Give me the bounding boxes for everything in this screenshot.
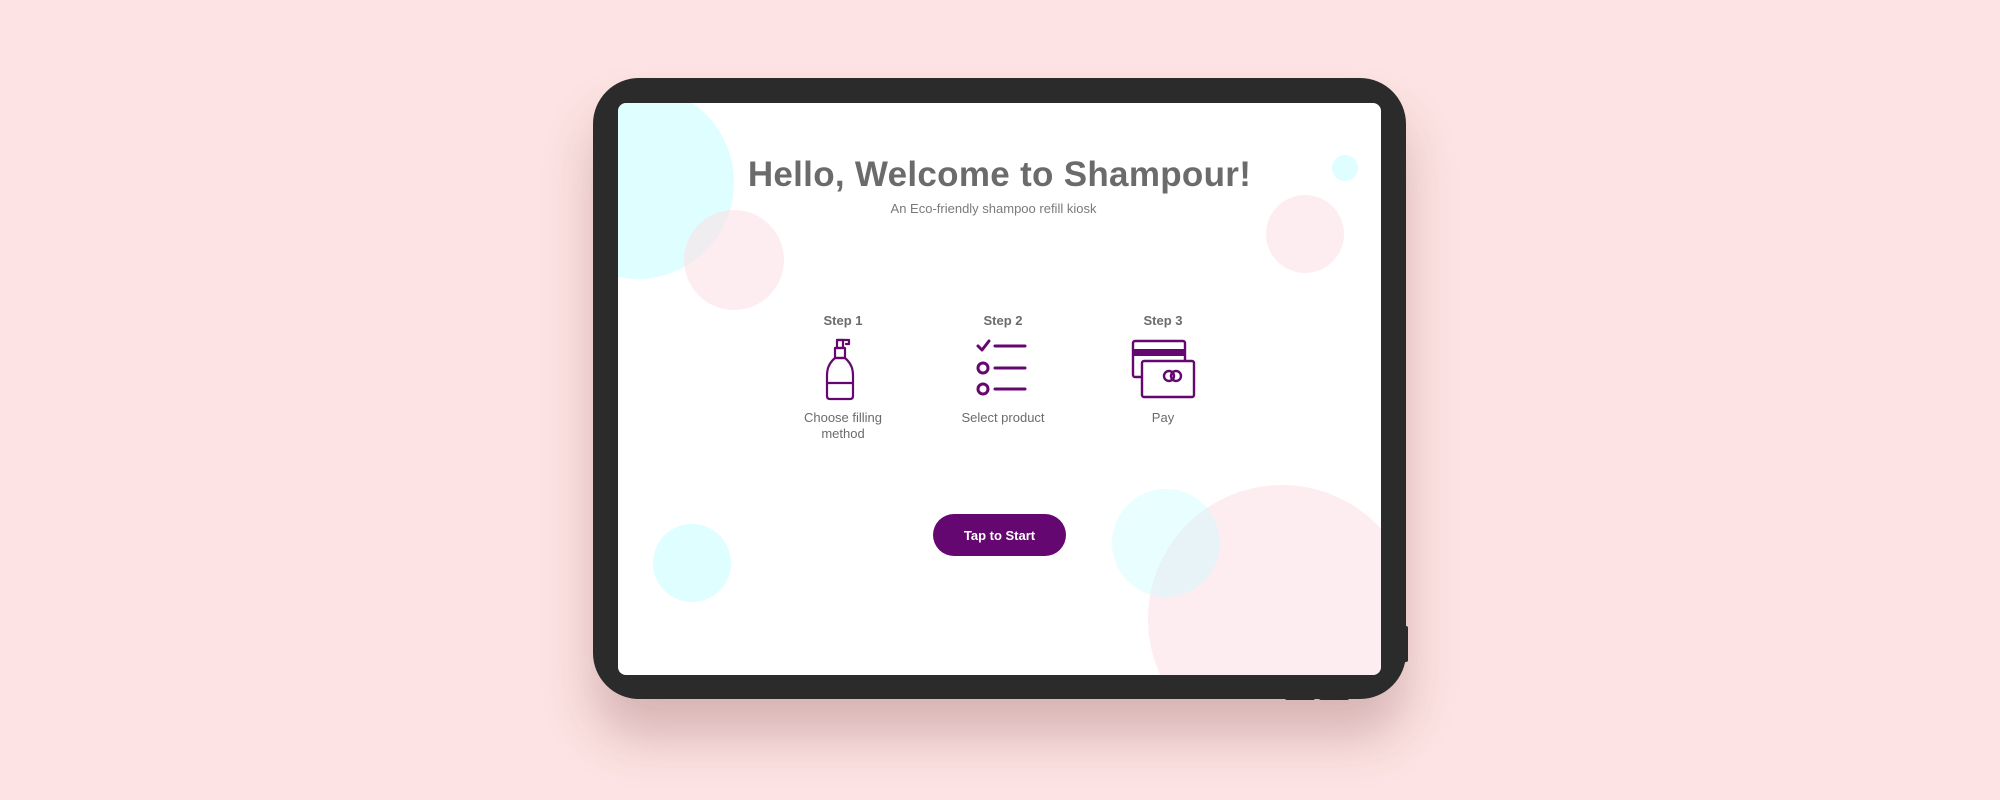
step-text: Select product	[961, 410, 1045, 425]
decorative-bubble	[653, 524, 731, 602]
tablet-bottom-button	[1285, 697, 1315, 700]
checklist-icon	[976, 339, 1027, 396]
credit-card-icon	[1131, 339, 1196, 399]
step-1: Step 1 Choose filling method	[783, 312, 903, 442]
step-2: Step 2 Select product	[943, 312, 1063, 426]
tap-to-start-button[interactable]: Tap to Start	[933, 514, 1066, 556]
step-label: Step 3	[1143, 313, 1183, 328]
step-3: Step 3 Pay	[1103, 312, 1223, 426]
welcome-subtitle: An Eco-friendly shampoo refill kiosk	[890, 201, 1097, 216]
step-label: Step 2	[983, 313, 1023, 328]
step-text: Pay	[1151, 410, 1175, 425]
step-text: Choose filling method	[803, 410, 883, 441]
tablet-side-button	[1404, 626, 1408, 662]
welcome-title: Hello, Welcome to Shampour!	[747, 155, 1252, 194]
decorative-bubble	[684, 210, 784, 310]
step-label: Step 1	[823, 313, 863, 328]
shampoo-bottle-icon	[825, 338, 855, 401]
tablet-bottom-button	[1319, 697, 1349, 700]
decorative-bubble	[1112, 489, 1220, 597]
kiosk-screen: Hello, Welcome to Shampour! An Eco-frien…	[618, 103, 1381, 675]
